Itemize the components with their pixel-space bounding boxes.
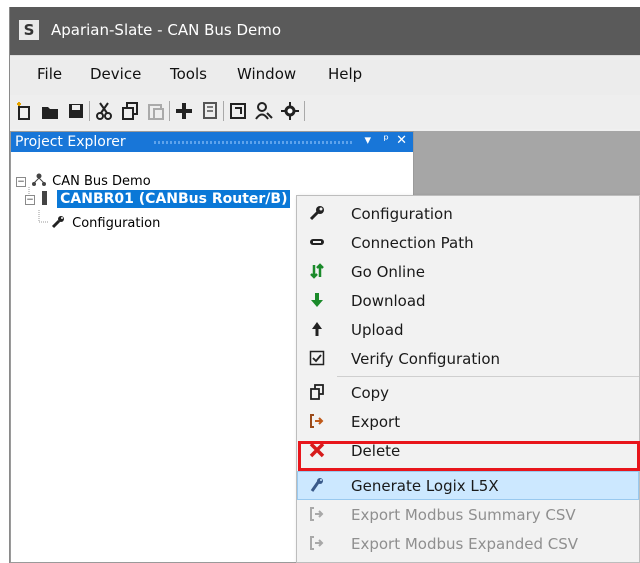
wrench-icon <box>308 204 326 222</box>
highlight-annotation <box>298 441 640 471</box>
menu-item-copy[interactable]: Copy <box>297 378 639 407</box>
title-bar: S Aparian-Slate - CAN Bus Demo <box>10 7 640 55</box>
toolbar-separator <box>89 101 90 121</box>
menu-item-export[interactable]: Export <box>297 407 639 436</box>
add-device-icon[interactable] <box>174 101 194 121</box>
paste-icon[interactable] <box>146 101 166 121</box>
download-arrow-icon <box>308 291 326 309</box>
device-icon <box>42 191 47 205</box>
tree-root[interactable]: CAN Bus Demo <box>32 173 151 189</box>
menu-item-export-modbus-expanded[interactable]: Export Modbus Expanded CSV <box>297 529 639 558</box>
logix-icon <box>308 476 326 494</box>
menu-item-label: Export Modbus Expanded CSV <box>351 535 578 553</box>
cut-icon[interactable] <box>94 101 114 121</box>
menu-item-label: Upload <box>351 321 404 339</box>
toolbar-separator <box>223 101 224 121</box>
menu-item-download[interactable]: Download <box>297 286 639 315</box>
menu-item-label: Copy <box>351 384 390 402</box>
window-title: Aparian-Slate - CAN Bus Demo <box>51 21 282 39</box>
menu-item-label: Export <box>351 413 401 431</box>
checkbox-icon <box>308 349 326 367</box>
menu-item-upload[interactable]: Upload <box>297 315 639 344</box>
collapse-root-icon[interactable]: − <box>16 177 26 187</box>
menu-bar: File Device Tools Window Help <box>10 55 640 96</box>
users-icon[interactable] <box>254 101 274 121</box>
tree-device[interactable]: CANBR01 (CANBus Router/B) <box>42 190 291 208</box>
context-menu: Configuration Connection Path Go Online … <box>296 195 640 563</box>
menu-help[interactable]: Help <box>328 65 362 83</box>
open-icon[interactable] <box>40 101 60 121</box>
export-icon <box>308 534 326 552</box>
save-icon[interactable] <box>66 101 86 121</box>
network-icon <box>32 173 46 186</box>
menu-tools[interactable]: Tools <box>170 65 207 83</box>
menu-item-label: Generate Logix L5X <box>351 477 499 495</box>
properties-icon[interactable] <box>200 101 220 121</box>
menu-item-label: Export Modbus Summary CSV <box>351 506 576 524</box>
menu-item-configuration[interactable]: Configuration <box>297 199 639 228</box>
settings-icon[interactable] <box>280 101 300 121</box>
copy-icon <box>308 383 326 401</box>
menu-item-go-online[interactable]: Go Online <box>297 257 639 286</box>
grip-dots <box>154 141 353 144</box>
toolbar <box>10 95 640 129</box>
app-logo-icon: S <box>19 20 39 40</box>
menu-item-label: Download <box>351 292 426 310</box>
tree-configuration-label: Configuration <box>72 216 161 231</box>
tree-root-label: CAN Bus Demo <box>52 174 151 189</box>
menu-item-label: Connection Path <box>351 234 474 252</box>
toolbar-separator <box>169 101 170 121</box>
menu-item-verify-configuration[interactable]: Verify Configuration <box>297 344 639 373</box>
toolbar-separator <box>304 101 305 121</box>
menu-item-label: Verify Configuration <box>351 350 501 368</box>
go-online-icon <box>308 262 326 280</box>
upload-arrow-icon <box>308 320 326 338</box>
wrench-icon <box>51 216 69 231</box>
tree-configuration[interactable]: Configuration <box>51 215 160 231</box>
menu-device[interactable]: Device <box>90 65 141 83</box>
dropdown-icon[interactable]: ▾ <box>364 133 371 148</box>
copy-icon[interactable] <box>120 101 140 121</box>
menu-item-connection-path[interactable]: Connection Path <box>297 228 639 257</box>
export-icon <box>308 412 326 430</box>
menu-file[interactable]: File <box>37 65 62 83</box>
menu-window[interactable]: Window <box>237 65 296 83</box>
tree-device-label: CANBR01 (CANBus Router/B) <box>57 190 291 208</box>
link-icon <box>308 233 326 251</box>
menu-item-generate-logix[interactable]: Generate Logix L5X <box>297 471 639 500</box>
menu-separator <box>337 376 639 377</box>
new-project-icon[interactable] <box>14 101 34 121</box>
pin-icon[interactable]: ᵖ <box>383 133 389 148</box>
close-icon[interactable]: ✕ <box>396 133 407 148</box>
collapse-device-icon[interactable]: − <box>25 195 35 205</box>
verify-icon[interactable] <box>228 101 248 121</box>
menu-item-label: Go Online <box>351 263 425 281</box>
menu-item-label: Configuration <box>351 205 453 223</box>
menu-item-export-modbus-summary[interactable]: Export Modbus Summary CSV <box>297 500 639 529</box>
export-icon <box>308 505 326 523</box>
